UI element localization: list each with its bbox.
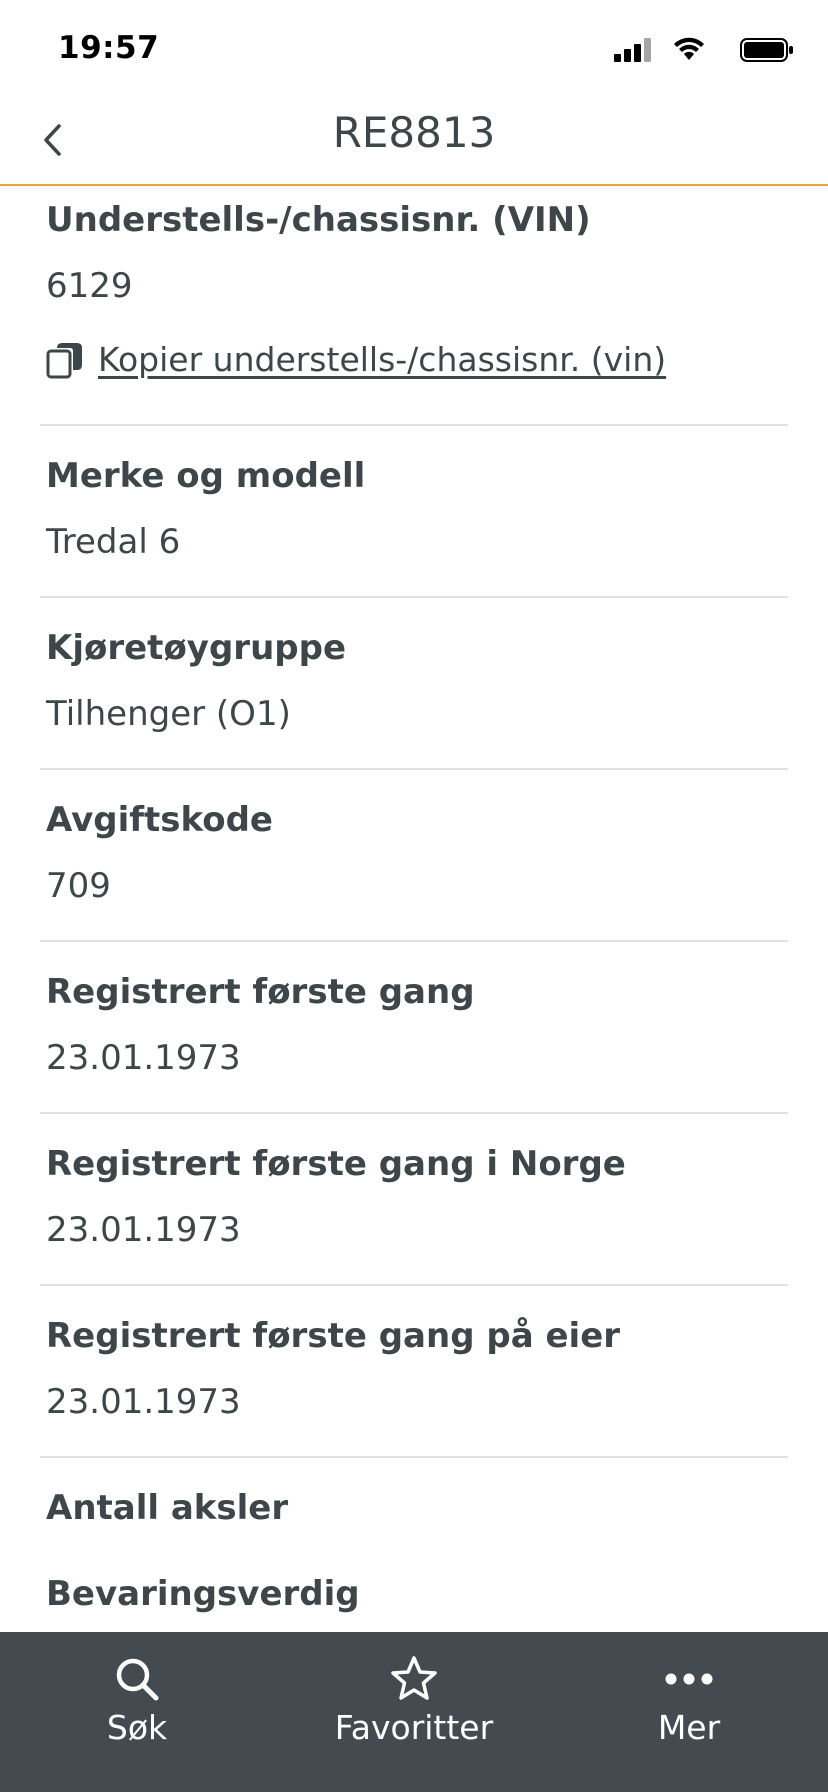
tab-more-label: Mer	[657, 1708, 721, 1747]
copy-icon	[46, 342, 82, 378]
vehicle-group-section: Kjøretøygruppe Tilhenger (O1)	[40, 598, 788, 770]
more-icon	[665, 1673, 713, 1685]
copy-vin-link[interactable]: Kopier understells-/chassisnr. (vin)	[46, 340, 666, 379]
vehicle-group-label: Kjøretøygruppe	[46, 628, 347, 668]
vin-section: Understells-/chassisnr. (VIN) 6129 Kopie…	[40, 186, 788, 426]
tab-favorites[interactable]: Favoritter	[294, 1654, 534, 1747]
tab-search[interactable]: Søk	[17, 1654, 257, 1747]
make-model-value: Tredal 6	[46, 522, 181, 562]
tab-more[interactable]: Mer	[569, 1654, 809, 1747]
first-reg-norway-label: Registrert første gang i Norge	[46, 1144, 626, 1184]
first-reg-owner-label: Registrert første gang på eier	[46, 1316, 621, 1356]
tab-favorites-label: Favoritter	[334, 1708, 494, 1747]
axles-label: Antall aksler	[46, 1488, 289, 1528]
vehicle-group-value: Tilhenger (O1)	[46, 694, 291, 734]
first-reg-owner-value: 23.01.1973	[46, 1382, 241, 1422]
star-icon	[391, 1656, 437, 1700]
vin-label: Understells-/chassisnr. (VIN)	[46, 200, 591, 240]
first-reg-norway-value: 23.01.1973	[46, 1210, 241, 1250]
nav-bar: RE8813	[0, 100, 828, 186]
page-title: RE8813	[332, 108, 496, 157]
tab-bar: Søk Favoritter Mer	[0, 1632, 828, 1792]
tab-search-label: Søk	[106, 1708, 168, 1747]
vin-value: 6129	[46, 266, 133, 306]
fee-code-value: 709	[46, 866, 111, 906]
preservation-label: Bevaringsverdig	[46, 1574, 360, 1614]
battery-icon	[740, 38, 793, 62]
first-reg-owner-section: Registrert første gang på eier 23.01.197…	[40, 1286, 788, 1458]
signal-icon	[614, 38, 654, 62]
first-reg-value: 23.01.1973	[46, 1038, 241, 1078]
make-model-section: Merke og modell Tredal 6	[40, 426, 788, 598]
first-reg-norway-section: Registrert første gang i Norge 23.01.197…	[40, 1114, 788, 1286]
make-model-label: Merke og modell	[46, 456, 366, 496]
vehicle-details[interactable]: Understells-/chassisnr. (VIN) 6129 Kopie…	[0, 186, 828, 1632]
first-reg-section: Registrert første gang 23.01.1973	[40, 942, 788, 1114]
status-bar: 19:57	[0, 0, 828, 100]
status-time: 19:57	[58, 30, 160, 66]
search-icon	[116, 1658, 159, 1701]
more-fields-section: Antall aksler Bevaringsverdig	[40, 1458, 788, 1628]
fee-code-label: Avgiftskode	[46, 800, 273, 840]
first-reg-label: Registrert første gang	[46, 972, 475, 1012]
wifi-icon	[674, 37, 704, 60]
fee-code-section: Avgiftskode 709	[40, 770, 788, 942]
copy-vin-label: Kopier understells-/chassisnr. (vin)	[98, 340, 667, 379]
